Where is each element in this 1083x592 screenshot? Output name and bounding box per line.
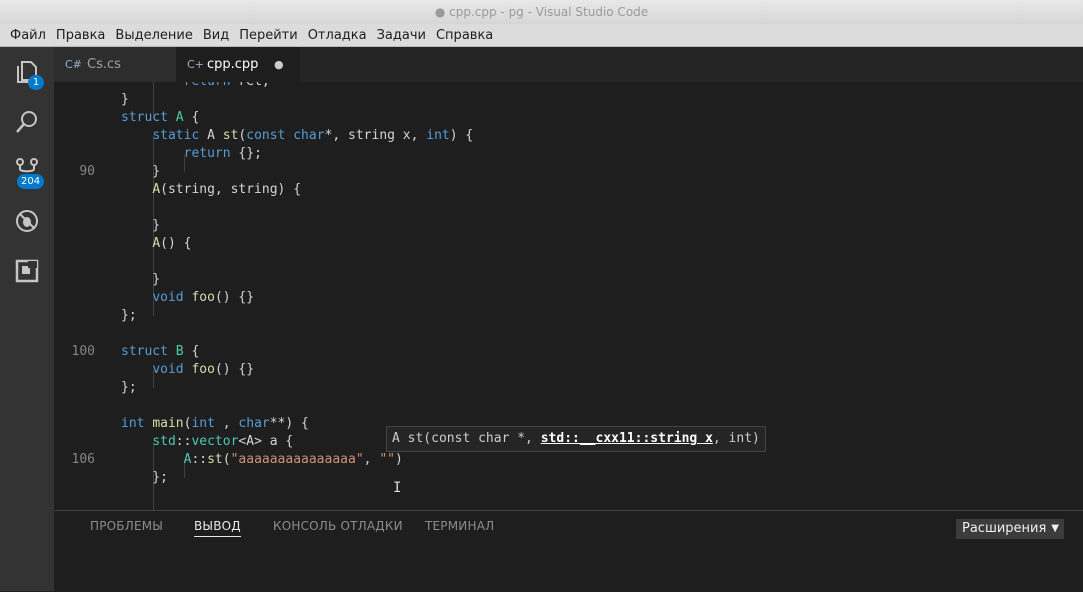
explorer-button[interactable]: 1	[0, 49, 54, 95]
explorer-badge: 1	[28, 75, 44, 90]
code-line: };	[121, 380, 137, 395]
search-icon	[16, 111, 37, 133]
menu-bar: Файл Правка Выделение Вид Перейти Отладка Зада…	[0, 24, 1083, 47]
line-number: 106	[71, 452, 95, 467]
bottom-panel: ПРОБЛЕМЫ ВЫВОД КОНСОЛЬ ОТЛАДКИ ТЕРМИНАЛ …	[54, 510, 1083, 592]
cpp-file-icon: C+	[187, 58, 204, 71]
unsaved-dot-icon[interactable]: ●	[274, 47, 284, 82]
tab-terminal[interactable]: ТЕРМИНАЛ	[425, 519, 494, 533]
menu-edit[interactable]: Правка	[51, 25, 110, 47]
code-line: 90 }	[54, 163, 1083, 181]
menu-view[interactable]: Вид	[198, 25, 234, 47]
extensions-button[interactable]	[0, 248, 54, 294]
tab-output[interactable]: ВЫВОД	[194, 519, 241, 537]
bug-icon	[16, 210, 38, 232]
debug-button[interactable]	[0, 198, 54, 244]
csharp-file-icon: C#	[65, 58, 82, 71]
menu-debug[interactable]: Отладка	[303, 25, 372, 47]
signature-prefix: A st(const char *,	[392, 431, 541, 446]
code-line: return {};	[183, 146, 262, 161]
window-title: ● cpp.cpp - pg - Visual Studio Code	[0, 0, 1083, 24]
code-line: };	[121, 308, 137, 323]
tab-debug-console[interactable]: КОНСОЛЬ ОТЛАДКИ	[273, 519, 403, 533]
code-line: 106 A::st("aaaaaaaaaaaaaaa", "")	[54, 451, 1083, 469]
menu-tasks[interactable]: Задачи	[372, 25, 431, 47]
scm-badge: 204	[17, 174, 45, 189]
search-button[interactable]	[0, 99, 54, 145]
tab-cpp-label: cpp.cpp	[207, 57, 259, 72]
line-number: 90	[79, 164, 95, 179]
menu-file[interactable]: Файл	[0, 25, 51, 47]
tab-cpp[interactable]: C+ cpp.cpp ●	[176, 47, 300, 82]
code-line: };	[121, 470, 168, 485]
editor-tabs: C# Cs.cs C+ cpp.cpp ●	[54, 47, 1083, 82]
menu-selection[interactable]: Выделение	[110, 25, 197, 47]
parameter-hint-popup: A st(const char *, std::__cxx11::string …	[386, 426, 766, 452]
text-cursor-icon: I	[393, 480, 402, 496]
signature-suffix: , int)	[712, 431, 760, 446]
source-control-button[interactable]: 204	[0, 147, 54, 193]
tab-cs[interactable]: C# Cs.cs	[54, 47, 176, 82]
tab-problems[interactable]: ПРОБЛЕМЫ	[90, 519, 163, 533]
code-line: struct A {	[121, 110, 200, 125]
output-channel-value: Расширения	[962, 521, 1047, 536]
code-line: A() {	[152, 236, 192, 251]
code-line: A(string, string) {	[152, 182, 302, 197]
code-line: return ret;	[54, 82, 1083, 91]
code-line: }	[121, 92, 129, 107]
dropdown-arrow-icon: ▼	[1051, 523, 1059, 534]
code-line: void foo() {}	[152, 362, 255, 377]
code-line: }	[121, 218, 161, 233]
signature-active-parameter: std::__cxx11::string x	[540, 431, 713, 446]
extensions-icon	[15, 259, 39, 283]
menu-go[interactable]: Перейти	[234, 25, 303, 47]
line-number: 100	[71, 344, 95, 359]
code-line: void foo() {}	[152, 290, 255, 305]
activity-bar: 1 204	[0, 47, 54, 591]
code-line: 100 struct B {	[54, 343, 1083, 361]
code-line: }	[121, 272, 161, 287]
menu-help[interactable]: Справка	[431, 25, 498, 47]
tab-cs-label: Cs.cs	[87, 57, 121, 72]
output-channel-select[interactable]: Расширения ▼	[956, 519, 1064, 539]
code-line: static A st(const char*, string x, int) …	[152, 128, 474, 143]
